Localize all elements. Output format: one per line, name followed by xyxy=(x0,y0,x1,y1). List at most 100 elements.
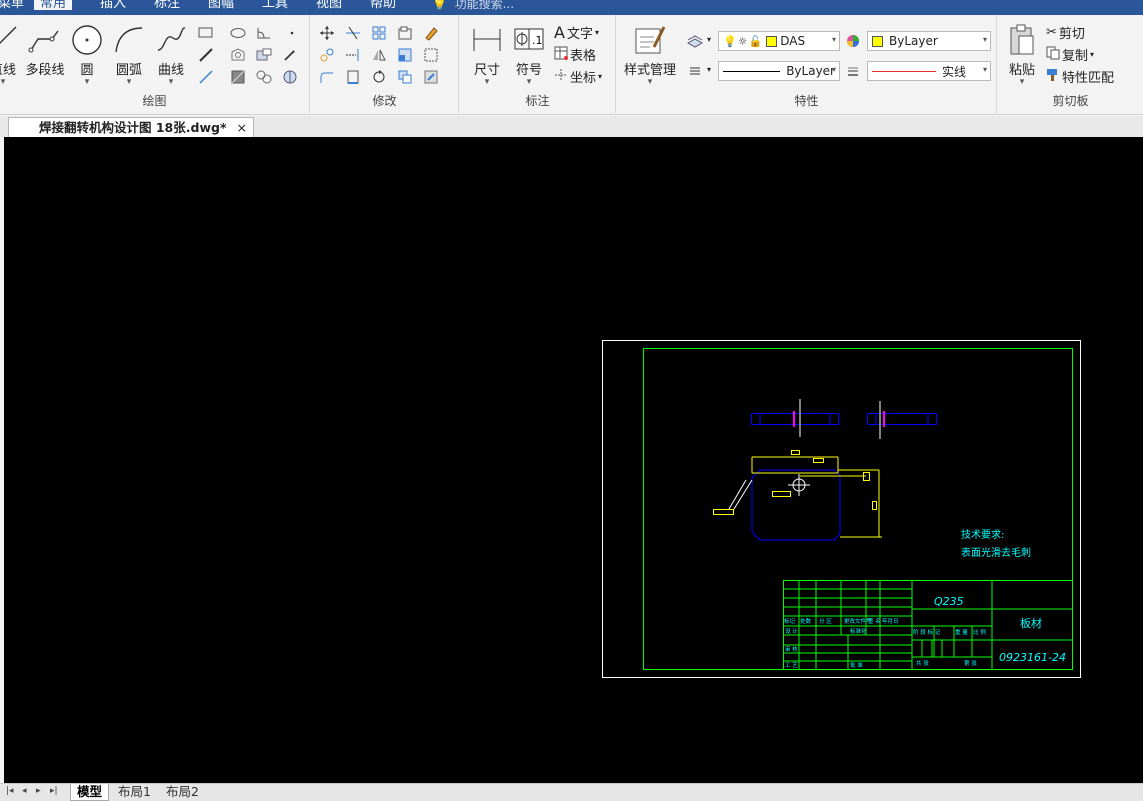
document-tab-title: 焊接翻转机构设计图 18张.dwg* xyxy=(39,120,227,135)
chevron-down-icon: ▾ xyxy=(647,77,653,87)
block-icon[interactable] xyxy=(254,45,274,65)
copy-object-icon[interactable] xyxy=(317,45,337,65)
drawing-canvas[interactable]: 技术要求: 表面光滑去毛刺 Q235 板材 0923161-24 标记 处数 分… xyxy=(4,137,1143,783)
line-button[interactable]: 直线 ▾ xyxy=(0,23,20,87)
region-icon[interactable] xyxy=(228,45,248,65)
tab-model[interactable]: 模型 xyxy=(70,784,110,801)
text-button[interactable]: A 文字 ▾ xyxy=(554,23,599,42)
layer-color-swatch xyxy=(766,35,778,47)
menu-item-home[interactable]: 常用 xyxy=(34,0,73,11)
ray-icon[interactable] xyxy=(196,67,216,87)
extend-icon[interactable] xyxy=(343,45,363,65)
circle-label: 圆 xyxy=(80,63,94,78)
svg-text:阶 段 标 记: 阶 段 标 记 xyxy=(913,628,941,636)
close-icon[interactable]: × xyxy=(237,118,247,137)
color-wheel-icon[interactable] xyxy=(843,31,863,51)
tab-layout2[interactable]: 布局2 xyxy=(160,784,205,801)
properties-edit-icon[interactable] xyxy=(421,67,441,87)
drawing-svg: 技术要求: 表面光滑去毛刺 Q235 板材 0923161-24 标记 处数 分… xyxy=(602,340,1081,678)
line-label: 直线 xyxy=(0,63,16,78)
rotate-icon[interactable] xyxy=(369,67,389,87)
svg-text:比 例: 比 例 xyxy=(973,628,986,636)
coordinate-label: 坐标 xyxy=(570,71,597,86)
rectangle-icon[interactable] xyxy=(196,23,216,43)
layer-name: DAS xyxy=(780,34,806,48)
panel-annotate: 尺寸 ▾ .1 符号 ▾ A 文字 ▾ 表格 坐标 ▾ 标注 xyxy=(460,15,616,113)
explode-icon[interactable] xyxy=(343,67,363,87)
scale-icon[interactable] xyxy=(395,45,415,65)
match-properties-button[interactable]: 特性匹配 xyxy=(1046,67,1114,86)
circle-button[interactable]: 圆 ▾ xyxy=(70,23,104,87)
svg-text:工 艺: 工 艺 xyxy=(785,662,798,669)
linetype-preview xyxy=(723,70,781,72)
mirror-icon[interactable] xyxy=(369,45,389,65)
linetype-icon[interactable] xyxy=(685,61,705,81)
curve-button[interactable]: 曲线 ▾ xyxy=(152,23,190,87)
menu-bar: 菜单 常用 插入 标注 图幅 工具 视图 帮助 💡 功能搜索... xyxy=(0,0,1143,15)
pick-point-icon[interactable] xyxy=(280,45,300,65)
color-value: ByLayer xyxy=(889,34,938,48)
group-icon[interactable] xyxy=(395,67,415,87)
polyline-button[interactable]: 多段线 xyxy=(24,23,66,78)
menu-item-view[interactable]: 视图 xyxy=(310,0,348,15)
angle-icon[interactable] xyxy=(254,23,274,43)
menu-item-frame[interactable]: 图幅 xyxy=(202,0,240,15)
move-icon[interactable] xyxy=(317,23,337,43)
cut-button[interactable]: ✂ 剪切 xyxy=(1046,23,1085,42)
panel-draw: 直线 ▾ 多段线 圆 ▾ 圆弧 ▾ 曲线 ▾ xyxy=(0,15,310,113)
color-dropdown[interactable]: ByLayer ▾ xyxy=(867,31,991,51)
hatch-icon[interactable] xyxy=(228,67,248,87)
scissors-icon: ✂ xyxy=(1046,25,1057,40)
dimension-button[interactable]: 尺寸 ▾ xyxy=(468,23,506,87)
layer-dropdown[interactable]: 💡☼🔓 DAS ▾ xyxy=(718,31,840,51)
offset-icon[interactable] xyxy=(395,23,415,43)
svg-text:共 张: 共 张 xyxy=(916,659,929,667)
prev-tab-icon[interactable]: ◂ xyxy=(22,786,27,796)
boundary-icon[interactable] xyxy=(254,67,274,87)
style-manager-button[interactable]: 样式管理 ▾ xyxy=(621,23,679,87)
array-icon[interactable] xyxy=(369,23,389,43)
chevron-down-icon[interactable]: ▾ xyxy=(707,35,711,44)
dimension-icon xyxy=(470,23,504,57)
fillet-icon[interactable] xyxy=(317,67,337,87)
color-swatch xyxy=(872,35,883,47)
stretch-icon[interactable] xyxy=(421,45,441,65)
trim-icon[interactable] xyxy=(343,23,363,43)
feature-search[interactable]: 💡 功能搜索... xyxy=(432,0,514,12)
copy-button[interactable]: 复制 ▾ xyxy=(1046,45,1094,64)
eraser-icon[interactable] xyxy=(421,23,441,43)
next-tab-icon[interactable]: ▸ xyxy=(36,786,41,796)
menu-item-help[interactable]: 帮助 xyxy=(364,0,402,15)
paste-label: 粘贴 xyxy=(1008,63,1035,78)
first-tab-icon[interactable]: |◂ xyxy=(6,786,14,796)
lineweight-icon[interactable] xyxy=(843,61,863,81)
ribbon: 直线 ▾ 多段线 圆 ▾ 圆弧 ▾ 曲线 ▾ xyxy=(0,15,1143,115)
symbol-icon: .1 xyxy=(512,23,546,57)
polyline-label: 多段线 xyxy=(25,63,65,78)
paste-button[interactable]: 粘贴 ▾ xyxy=(1004,23,1040,87)
svg-text:批 准: 批 准 xyxy=(850,661,863,669)
lineweight-dropdown[interactable]: 实线 ▾ xyxy=(867,61,991,81)
coordinate-icon xyxy=(554,68,568,86)
menu-item-tools[interactable]: 工具 xyxy=(256,0,294,15)
document-tab[interactable]: 焊接翻转机构设计图 18张.dwg* × xyxy=(8,117,254,137)
tab-layout1[interactable]: 布局1 xyxy=(112,784,157,801)
layer-state-icon[interactable] xyxy=(685,31,705,51)
dimension-label: 尺寸 xyxy=(473,63,500,78)
last-tab-icon[interactable]: ▸| xyxy=(50,786,58,796)
chevron-down-icon[interactable]: ▾ xyxy=(707,65,711,74)
construction-line-icon[interactable] xyxy=(196,45,216,65)
menu-item-menu[interactable]: 菜单 xyxy=(0,0,30,15)
revision-cloud-icon[interactable] xyxy=(280,67,300,87)
layer-state-icons: 💡☼🔓 xyxy=(723,34,764,48)
ellipse-icon[interactable] xyxy=(228,23,248,43)
linetype-dropdown[interactable]: ByLayer ▾ xyxy=(718,61,840,81)
menu-item-insert[interactable]: 插入 xyxy=(94,0,132,15)
table-button[interactable]: 表格 xyxy=(554,45,596,64)
menu-item-annotate[interactable]: 标注 xyxy=(148,0,186,15)
coordinate-button[interactable]: 坐标 ▾ xyxy=(554,67,602,86)
symbol-button[interactable]: .1 符号 ▾ xyxy=(510,23,548,87)
point-icon[interactable] xyxy=(282,23,302,43)
arc-button[interactable]: 圆弧 ▾ xyxy=(110,23,148,87)
panel-properties-title: 特性 xyxy=(794,94,819,108)
